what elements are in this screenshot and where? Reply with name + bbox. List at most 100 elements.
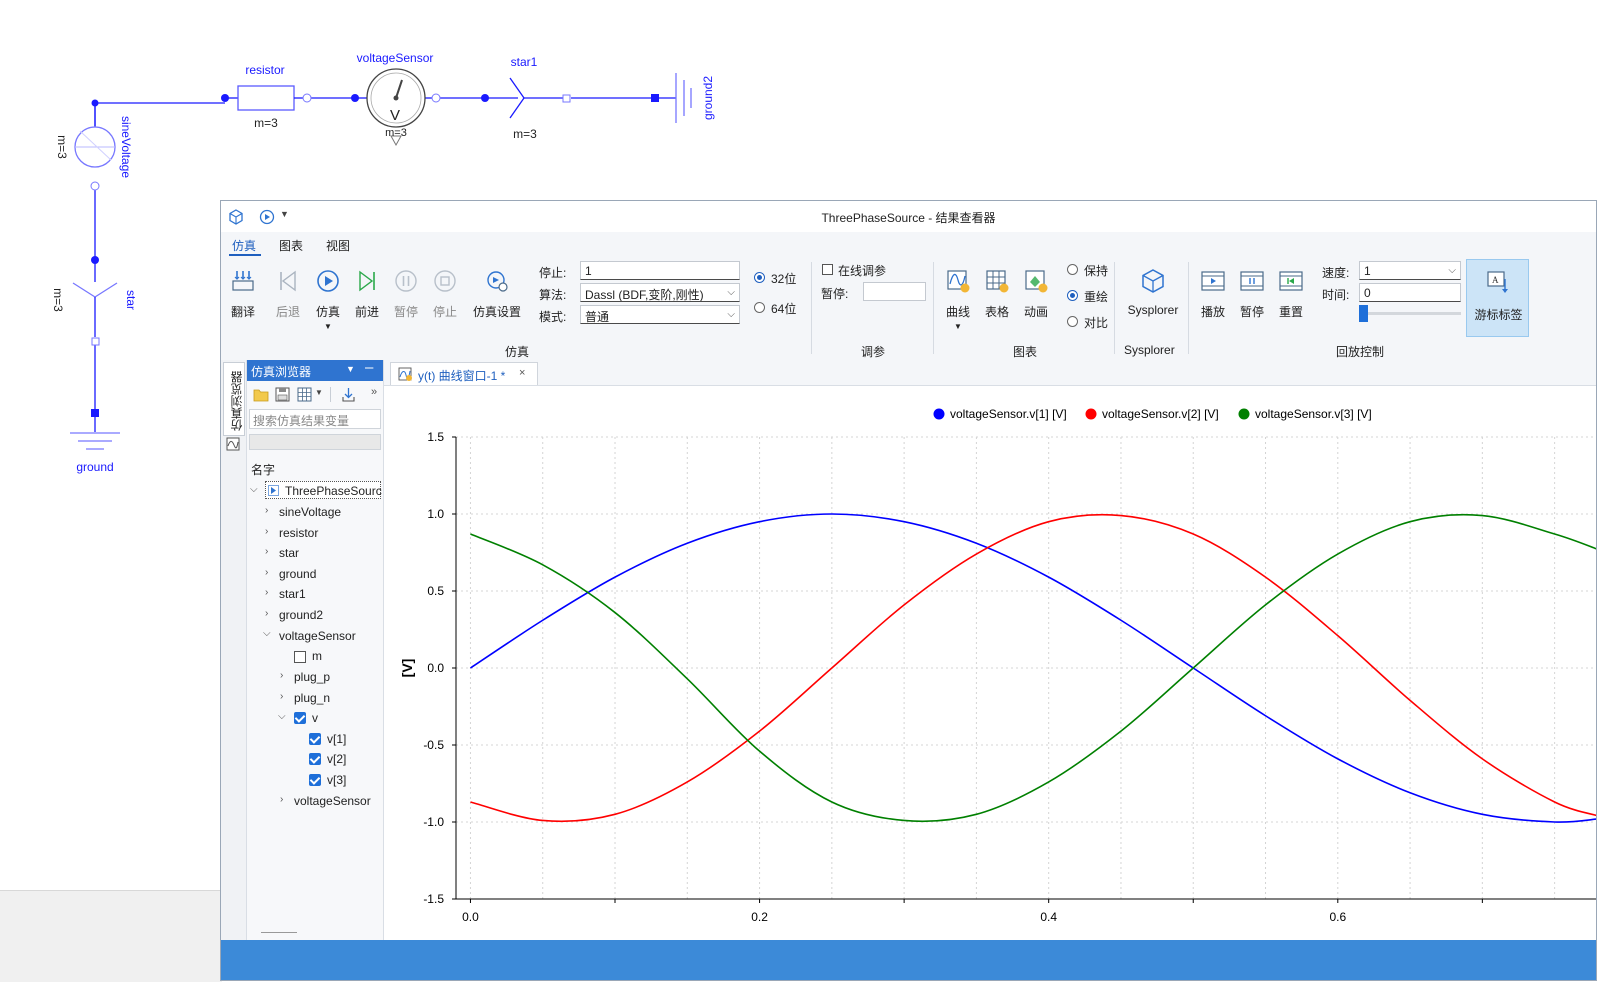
sysplorer-button[interactable]: Sysplorer: [1123, 268, 1183, 317]
variable-search-input[interactable]: 搜索仿真结果变量: [249, 409, 381, 429]
simulate-dropdown-icon[interactable]: ▼: [309, 322, 347, 331]
group-separator: [811, 262, 812, 354]
menu-tab-simulation[interactable]: 仿真: [232, 237, 256, 254]
tree-item-resistor[interactable]: resistor: [279, 526, 318, 540]
menu-tab-chart[interactable]: 图表: [279, 237, 303, 254]
time-slider-handle[interactable]: [1359, 305, 1368, 322]
table-icon: [986, 270, 1009, 293]
translate-button[interactable]: 翻译: [224, 268, 262, 320]
menu-tab-view[interactable]: 视图: [326, 237, 350, 254]
tree-item-plug-p[interactable]: plug_p: [294, 670, 330, 684]
x-tick-label: 0.6: [1329, 910, 1346, 924]
tree-item-voltagesensor[interactable]: voltageSensor: [279, 629, 356, 643]
checkbox-v2[interactable]: [309, 753, 321, 765]
chevron-down-icon: ⌵: [727, 309, 735, 320]
grid-view-dropdown-icon[interactable]: ▼: [315, 388, 323, 397]
step-back-label: 后退: [275, 305, 300, 319]
menu-bar: 仿真 图表 视图: [221, 232, 1596, 256]
tree-item-m[interactable]: m: [312, 649, 322, 663]
chevron-down-icon[interactable]: ⌵: [278, 711, 286, 722]
chevron-right-icon[interactable]: ›: [265, 608, 268, 619]
tree-root-item[interactable]: ThreePhaseSourc: [265, 481, 382, 499]
pause-button[interactable]: 暂停: [387, 268, 425, 320]
stop-button[interactable]: 停止: [426, 268, 464, 320]
tree-item-sinevoltage[interactable]: sineVoltage: [279, 505, 341, 519]
tree-item-voltagesensor-2[interactable]: voltageSensor: [294, 794, 371, 808]
close-icon[interactable]: ×: [519, 367, 525, 379]
voltage-sensor-param: m=3: [385, 127, 407, 139]
resistor-label: resistor: [245, 63, 284, 77]
cursor-label-button[interactable]: A 游标标签: [1466, 259, 1529, 337]
time-input[interactable]: 0: [1359, 283, 1461, 302]
bits-32-radio[interactable]: [754, 272, 765, 283]
online-tune-label: 在线调参: [838, 264, 887, 278]
tree-item-star[interactable]: star: [279, 546, 299, 560]
online-tune-checkbox[interactable]: [822, 264, 833, 275]
horizontal-scrollbar[interactable]: [261, 932, 297, 933]
playback-reset-button[interactable]: 重置: [1272, 268, 1310, 320]
step-forward-button[interactable]: 前进: [348, 268, 386, 320]
tree-item-v1[interactable]: v[1]: [327, 732, 346, 746]
algorithm-select[interactable]: Dassl (BDF,变阶,刚性) ⌵: [580, 283, 740, 302]
redraw-radio[interactable]: [1067, 290, 1078, 301]
algorithm-value: Dassl (BDF,变阶,刚性): [585, 288, 704, 302]
tree-item-ground2[interactable]: ground2: [279, 608, 323, 622]
tree-item-plug-n[interactable]: plug_n: [294, 691, 330, 705]
chevron-down-icon[interactable]: ⌵: [263, 628, 271, 639]
tree-item-v2[interactable]: v[2]: [327, 752, 346, 766]
tree-item-v[interactable]: v: [312, 711, 318, 725]
chevron-down-icon[interactable]: ⌵: [250, 484, 258, 495]
table-button[interactable]: 表格: [978, 268, 1016, 320]
checkbox-m[interactable]: [294, 651, 306, 663]
grid-view-icon[interactable]: [297, 387, 312, 402]
simulate-button[interactable]: 仿真 ▼: [309, 268, 347, 331]
keep-radio[interactable]: [1067, 264, 1078, 275]
pause-label: 暂停: [393, 305, 418, 319]
chevron-right-icon[interactable]: ›: [280, 794, 283, 805]
playback-pause-button[interactable]: 暂停: [1233, 268, 1271, 320]
compare-radio[interactable]: [1067, 316, 1078, 327]
pause-at-input[interactable]: [863, 282, 926, 301]
ribbon-toolbar: 翻译 后退 仿真 ▼ 前进 暂停 停止 仿真设置 停止: 1 算法: Dassl…: [221, 256, 1596, 361]
browser-menu-dropdown-icon[interactable]: ▼: [346, 364, 355, 374]
time-slider-track[interactable]: [1359, 312, 1461, 315]
tree-item-ground[interactable]: ground: [279, 567, 316, 581]
x-tick-label: 0.2: [751, 910, 768, 924]
browser-minimize-icon[interactable]: –: [365, 359, 373, 376]
chevron-right-icon[interactable]: ›: [280, 691, 283, 702]
sim-settings-button[interactable]: 仿真设置: [469, 268, 525, 320]
chart-side-icon[interactable]: [226, 437, 240, 451]
sysplorer-group-label: Sysplorer: [1124, 343, 1175, 357]
animation-button[interactable]: 动画: [1017, 268, 1055, 320]
y-axis-label: [V]: [399, 659, 415, 678]
x-tick-label: 0.4: [1040, 910, 1057, 924]
plot-window-tab[interactable]: y(t) 曲线窗口-1 * ×: [390, 362, 538, 385]
open-folder-icon[interactable]: [253, 387, 269, 402]
tree-item-v3[interactable]: v[3]: [327, 773, 346, 787]
chevron-right-icon[interactable]: ›: [280, 670, 283, 681]
checkbox-v3[interactable]: [309, 774, 321, 786]
line-chart[interactable]: 1.5 1.0 0.5 0.0 -0.5 -1.0 -1.5 0.0 0.2 0.4 0.6 [V] v…: [384, 385, 1597, 940]
chevron-right-icon[interactable]: ›: [265, 546, 268, 557]
chevron-right-icon[interactable]: ›: [265, 526, 268, 537]
save-icon[interactable]: [275, 387, 290, 402]
bits-64-radio[interactable]: [754, 302, 765, 313]
chevron-right-icon[interactable]: ›: [265, 505, 268, 516]
speed-select[interactable]: 1 ⌵: [1359, 261, 1461, 280]
tree-item-star1[interactable]: star1: [279, 587, 306, 601]
more-tools-icon[interactable]: »: [371, 386, 377, 398]
sim-browser-side-tab[interactable]: 仿真浏览器: [223, 362, 245, 436]
mode-select[interactable]: 普通 ⌵: [580, 305, 740, 324]
curve-button[interactable]: 曲线 ▼: [939, 268, 977, 331]
chevron-right-icon[interactable]: ›: [265, 567, 268, 578]
step-back-button[interactable]: 后退: [269, 268, 307, 320]
curve-icon: [947, 270, 970, 293]
checkbox-v[interactable]: [294, 712, 306, 724]
export-icon[interactable]: [341, 387, 356, 402]
curve-dropdown-icon[interactable]: ▼: [939, 322, 977, 331]
playback-pause-label: 暂停: [1239, 305, 1264, 319]
chevron-right-icon[interactable]: ›: [265, 587, 268, 598]
playback-play-button[interactable]: 播放: [1194, 268, 1232, 320]
checkbox-v1[interactable]: [309, 733, 321, 745]
stop-time-input[interactable]: 1: [580, 261, 740, 280]
